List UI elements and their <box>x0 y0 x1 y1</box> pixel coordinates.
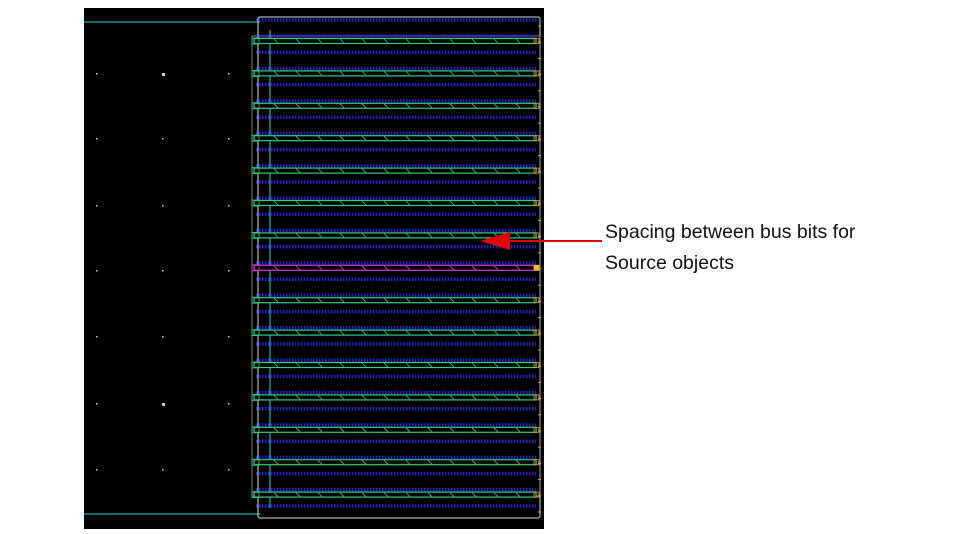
annotation-line-1: Spacing between bus bits for <box>605 221 856 243</box>
left-pointing-arrow-icon <box>480 232 510 250</box>
annotation-label: Spacing between bus bits for Source obje… <box>605 217 855 279</box>
annotation-line-2: Source objects <box>605 252 734 274</box>
